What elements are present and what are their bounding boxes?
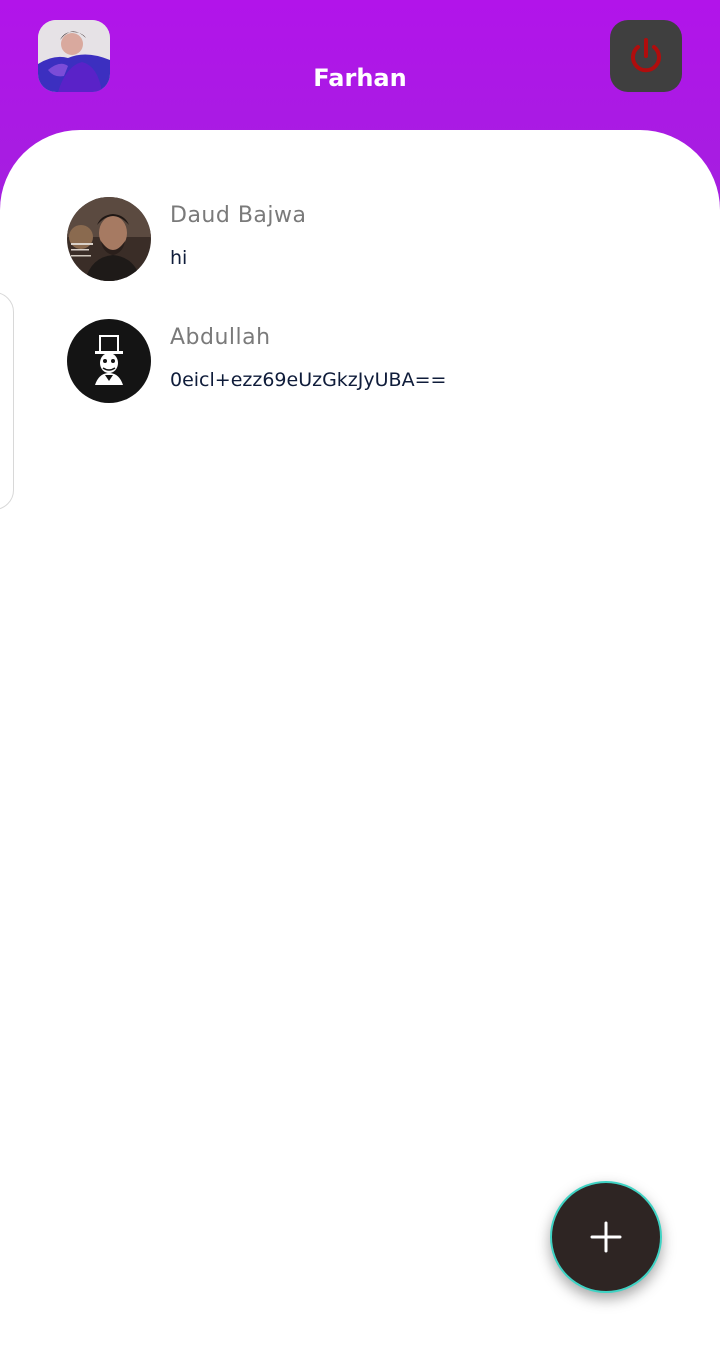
last-message: 0eicl+ezz69eUzGkzJyUBA== — [170, 369, 447, 391]
contact-avatar — [67, 197, 151, 281]
navigation-drawer-handle[interactable] — [0, 292, 14, 510]
contact-name: Abdullah — [170, 325, 271, 350]
photo-avatar-icon — [67, 197, 151, 281]
power-icon — [631, 38, 661, 73]
chat-item-daud-bajwa[interactable]: Daud Bajwa hi — [67, 197, 667, 283]
new-chat-button[interactable] — [550, 1181, 662, 1293]
chat-list-panel — [0, 130, 720, 1348]
last-message: hi — [170, 247, 188, 269]
chat-list-screen: Farhan Daud Bajwa hi Abdullah 0eicl+ezz6… — [0, 0, 720, 1348]
top-hat-avatar-icon — [67, 319, 151, 403]
contact-name: Daud Bajwa — [170, 203, 307, 228]
chat-item-abdullah[interactable]: Abdullah 0eicl+ezz69eUzGkzJyUBA== — [67, 319, 667, 405]
contact-avatar — [67, 319, 151, 403]
logout-button[interactable] — [610, 20, 682, 92]
plus-icon — [590, 1221, 622, 1253]
